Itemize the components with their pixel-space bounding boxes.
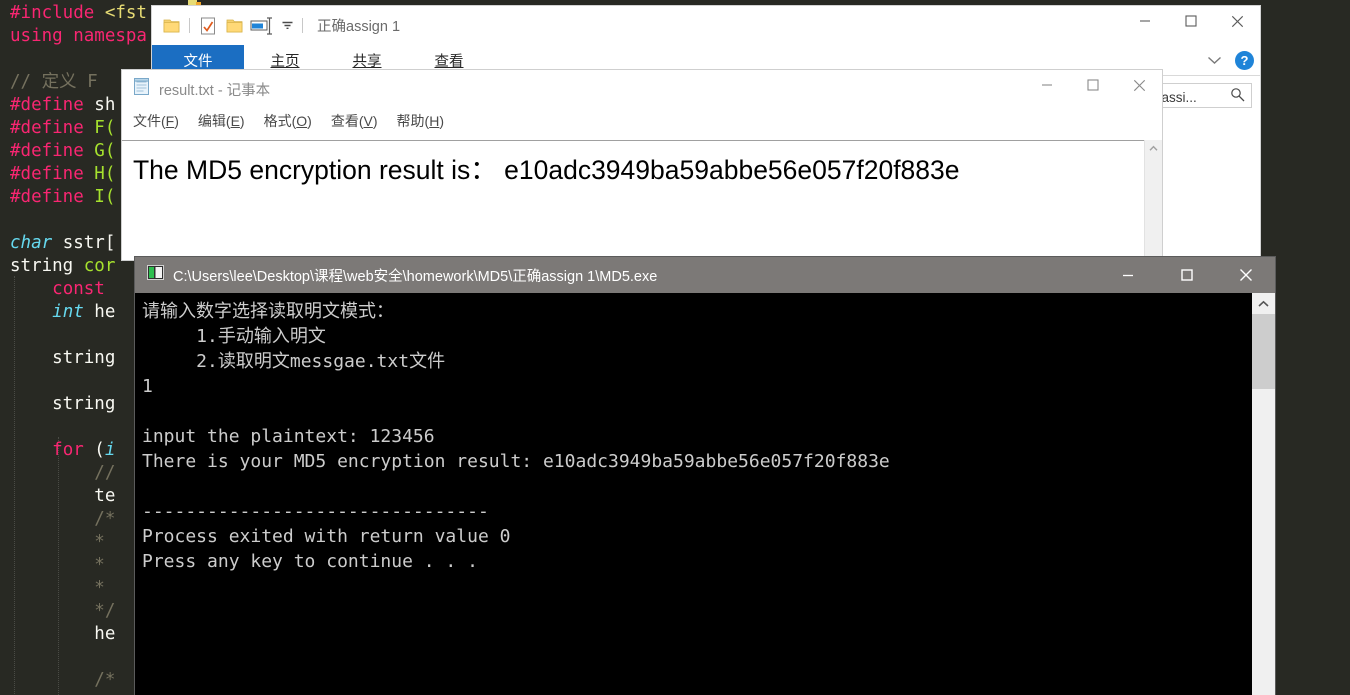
notepad-title-bar[interactable]: result.txt - 记事本 <box>122 70 1162 108</box>
console-window-buttons <box>1098 257 1275 293</box>
tab-file-label: 文件 <box>183 53 213 70</box>
tab-share-label: 共享 <box>352 53 382 70</box>
ribbon-right-controls: ? <box>1203 45 1254 75</box>
explorer-close-button[interactable] <box>1214 6 1260 36</box>
toolbar-separator <box>189 18 190 33</box>
notepad-content-line: The MD5 encryption result is： e10adc3949… <box>133 155 960 185</box>
notepad-minimize-button[interactable] <box>1024 70 1070 100</box>
code-line: /* <box>10 509 116 529</box>
explorer-minimize-button[interactable] <box>1122 6 1168 36</box>
code-line: #include <fst <box>10 3 147 23</box>
notepad-icon <box>132 77 151 101</box>
folder-icon[interactable] <box>158 13 184 39</box>
console-scroll-thumb[interactable] <box>1252 314 1275 389</box>
notepad-menu-bar: 文件(F) 编辑(E) 格式(O) 查看(V) 帮助(H) <box>122 108 1162 133</box>
code-line: */ <box>10 601 116 621</box>
toolbar-separator <box>302 18 303 33</box>
tab-home-label: 主页 <box>270 53 300 70</box>
notepad-window-buttons <box>1024 70 1162 100</box>
console-output[interactable]: 请输入数字选择读取明文模式： 1.手动输入明文 2.读取明文messgae.tx… <box>135 293 1252 695</box>
notepad-window[interactable]: result.txt - 记事本 文件(F) 编辑(E) 格式(O) 查看(V) 帮助(… <box>122 70 1162 260</box>
checkmark-document-icon[interactable] <box>195 13 221 39</box>
quick-access-toolbar: 正确assign 1 <box>152 6 1260 45</box>
scroll-up-arrow-icon[interactable] <box>1252 293 1275 314</box>
notepad-title: result.txt - 记事本 <box>159 82 271 99</box>
explorer-window-title: 正确assign 1 <box>317 19 401 35</box>
notepad-menu-item[interactable]: 编辑(E) <box>198 111 245 131</box>
decorative-fleck <box>196 2 201 5</box>
code-line: /* <box>10 670 116 690</box>
explorer-window-buttons <box>1122 6 1260 36</box>
notepad-scrollbar[interactable] <box>1144 140 1162 260</box>
code-line: const <box>52 279 105 299</box>
console-maximize-button[interactable] <box>1157 257 1216 293</box>
code-line: * <box>10 555 105 575</box>
notepad-menu-item[interactable]: 帮助(H) <box>397 111 444 131</box>
notepad-menu-item[interactable]: 查看(V) <box>331 111 378 131</box>
code-line: for (i <box>52 440 116 460</box>
code-line: * <box>10 578 105 598</box>
scroll-up-arrow-icon[interactable] <box>1145 140 1162 157</box>
console-scrollbar[interactable] <box>1252 293 1275 695</box>
notepad-menu-item[interactable]: 文件(F) <box>133 111 179 131</box>
properties-icon[interactable] <box>247 13 277 39</box>
customize-dropdown-icon[interactable] <box>277 13 297 39</box>
notepad-maximize-button[interactable] <box>1070 70 1116 100</box>
notepad-menu-item[interactable]: 格式(O) <box>264 111 312 131</box>
notepad-text-area[interactable]: The MD5 encryption result is： e10adc3949… <box>122 140 1162 260</box>
explorer-maximize-button[interactable] <box>1168 6 1214 36</box>
code-line: te <box>10 486 116 506</box>
console-title: C:\Users\lee\Desktop\课程\web安全\homework\M… <box>173 268 658 285</box>
console-window[interactable]: C:\Users\lee\Desktop\课程\web安全\homework\M… <box>135 257 1275 695</box>
tab-view-label: 查看 <box>434 53 464 70</box>
chevron-down-icon[interactable] <box>1203 49 1225 71</box>
console-close-button[interactable] <box>1216 257 1275 293</box>
console-title-bar[interactable]: C:\Users\lee\Desktop\课程\web安全\homework\M… <box>135 257 1275 293</box>
code-line: string <box>10 394 116 414</box>
code-line: he <box>10 624 116 644</box>
code-line: * <box>10 532 105 552</box>
console-minimize-button[interactable] <box>1098 257 1157 293</box>
search-icon <box>1230 87 1245 105</box>
console-app-icon <box>147 265 164 285</box>
code-line: // <box>10 463 116 483</box>
code-line: using namespa <box>10 26 147 46</box>
notepad-close-button[interactable] <box>1116 70 1162 100</box>
code-line: string <box>10 348 116 368</box>
folder-icon[interactable] <box>221 13 247 39</box>
help-button[interactable]: ? <box>1235 50 1254 70</box>
code-line: int he <box>52 302 116 322</box>
